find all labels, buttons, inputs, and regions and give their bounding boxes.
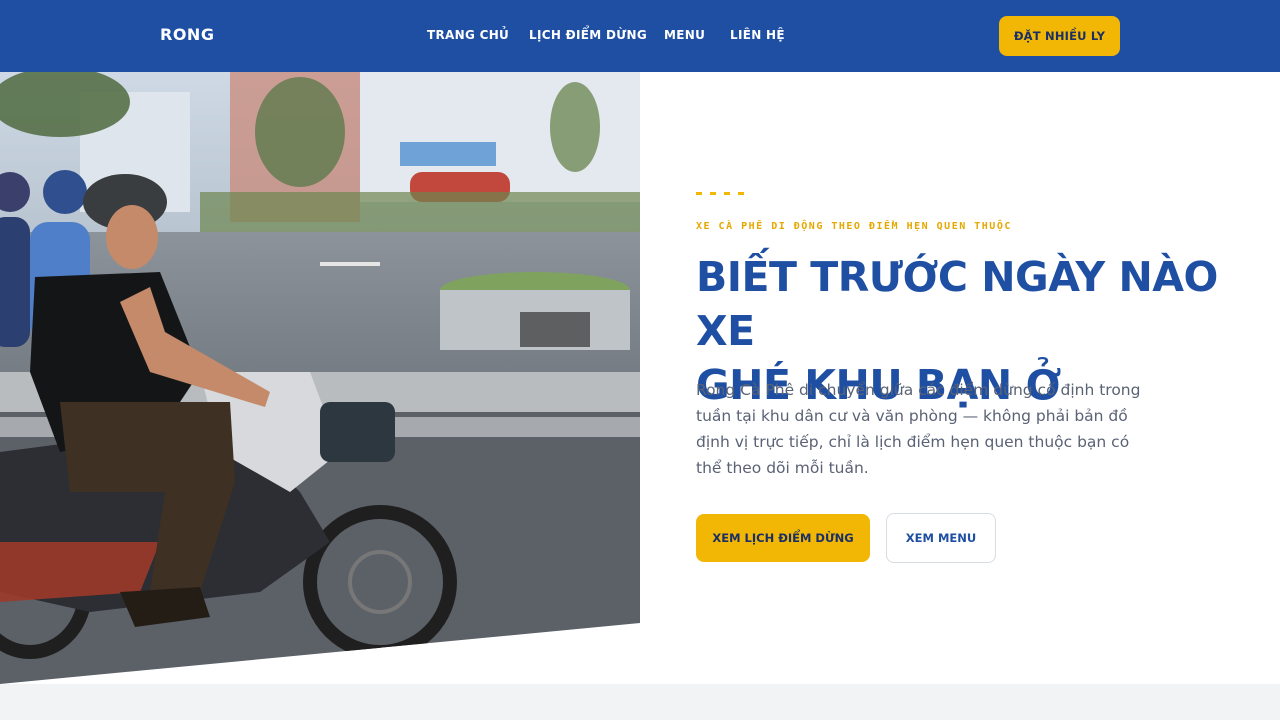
hero-eyebrow: XE CÀ PHÊ DI ĐỘNG THEO ĐIỂM HẸN QUEN THU… xyxy=(696,221,1012,232)
hero-photo xyxy=(0,72,640,684)
view-schedule-button[interactable]: XEM LỊCH ĐIỂM DỪNG xyxy=(696,514,870,562)
nav-item-schedule[interactable]: LỊCH ĐIỂM DỪNG xyxy=(529,28,647,42)
site-header: RONG TRANG CHỦ LỊCH ĐIỂM DỪNG MENU LIÊN … xyxy=(0,0,1280,72)
next-section-strip xyxy=(0,684,1280,720)
motorbike-street-photo xyxy=(0,72,640,684)
hero-description: Rong Cà Phê di chuyển giữa các điểm dừng… xyxy=(696,381,1141,477)
eyebrow-divider xyxy=(696,192,756,196)
nav-item-menu[interactable]: MENU xyxy=(664,28,705,42)
hero-headline-line1: BIẾT TRƯỚC NGÀY NÀO XE xyxy=(696,253,1218,355)
view-menu-button[interactable]: XEM MENU xyxy=(886,513,996,563)
nav-item-contact[interactable]: LIÊN HỆ xyxy=(730,28,785,42)
nav-item-home[interactable]: TRANG CHỦ xyxy=(427,28,509,42)
bulk-order-button[interactable]: ĐẶT NHIỀU LY xyxy=(999,16,1120,56)
